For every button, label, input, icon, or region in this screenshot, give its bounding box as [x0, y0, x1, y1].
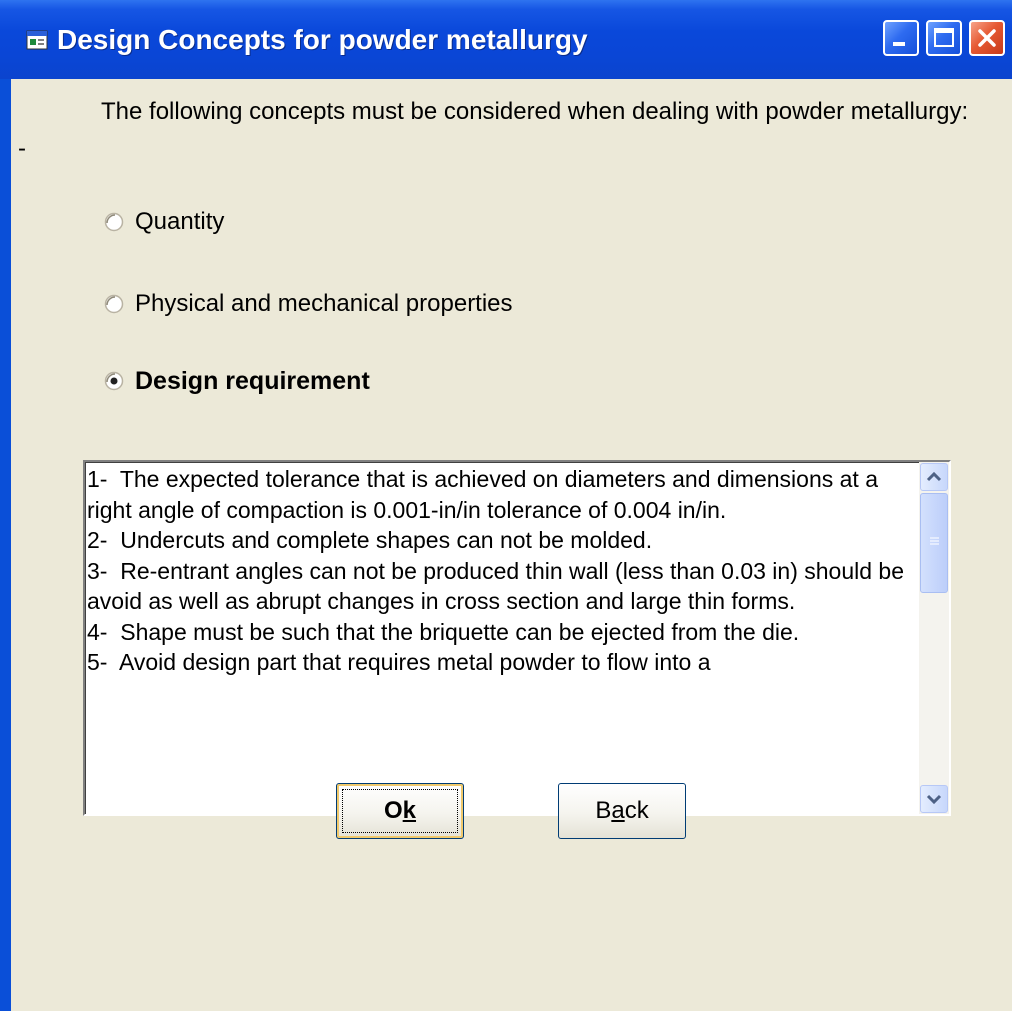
minimize-button[interactable] — [883, 20, 919, 56]
dialog-window: Design Concepts for powder metallurgy Th… — [0, 0, 1012, 1011]
back-label-pre: B — [595, 797, 612, 824]
ok-label-pre: O — [383, 797, 403, 824]
option-design-requirement[interactable]: Design requirement — [104, 366, 370, 396]
close-icon — [978, 29, 996, 47]
option-physical-mechanical[interactable]: Physical and mechanical properties — [104, 289, 513, 319]
back-label-mnemonic: a — [611, 797, 625, 824]
dialog-client-area: The following concepts must be considere… — [11, 79, 1012, 1011]
option-label: Physical and mechanical properties — [135, 290, 513, 317]
ok-label-mnemonic: k — [402, 797, 417, 824]
chevron-down-icon — [926, 794, 942, 805]
title-bar[interactable]: Design Concepts for powder metallurgy — [0, 0, 1012, 79]
scroll-thumb[interactable] — [920, 493, 948, 593]
option-quantity[interactable]: Quantity — [104, 207, 224, 237]
scroll-down-button[interactable] — [920, 785, 948, 813]
scroll-up-button[interactable] — [920, 463, 948, 491]
radio-unchecked-icon — [104, 212, 124, 232]
maximize-icon — [934, 28, 954, 47]
back-button[interactable]: Ba ck — [558, 783, 686, 839]
option-label: Design requirement — [135, 366, 370, 395]
vertical-scrollbar[interactable] — [919, 462, 949, 814]
radio-unchecked-icon — [104, 294, 124, 314]
radio-checked-icon — [104, 371, 124, 391]
intro-text: The following concepts must be considere… — [18, 98, 969, 162]
grip-icon — [930, 537, 939, 545]
option-label: Quantity — [135, 208, 225, 235]
details-text: 1- The expected tolerance that is achiev… — [87, 466, 905, 675]
details-textbox[interactable]: 1- The expected tolerance that is achiev… — [83, 460, 951, 816]
ok-button[interactable]: Ok — [336, 783, 464, 839]
maximize-button[interactable] — [926, 20, 962, 56]
chevron-up-icon — [926, 471, 942, 482]
close-button[interactable] — [969, 20, 1005, 56]
window-icon — [26, 30, 48, 50]
back-label-post: ck — [624, 797, 649, 824]
window-title: Design Concepts for powder metallurgy — [57, 24, 588, 55]
minimize-icon — [893, 42, 905, 46]
